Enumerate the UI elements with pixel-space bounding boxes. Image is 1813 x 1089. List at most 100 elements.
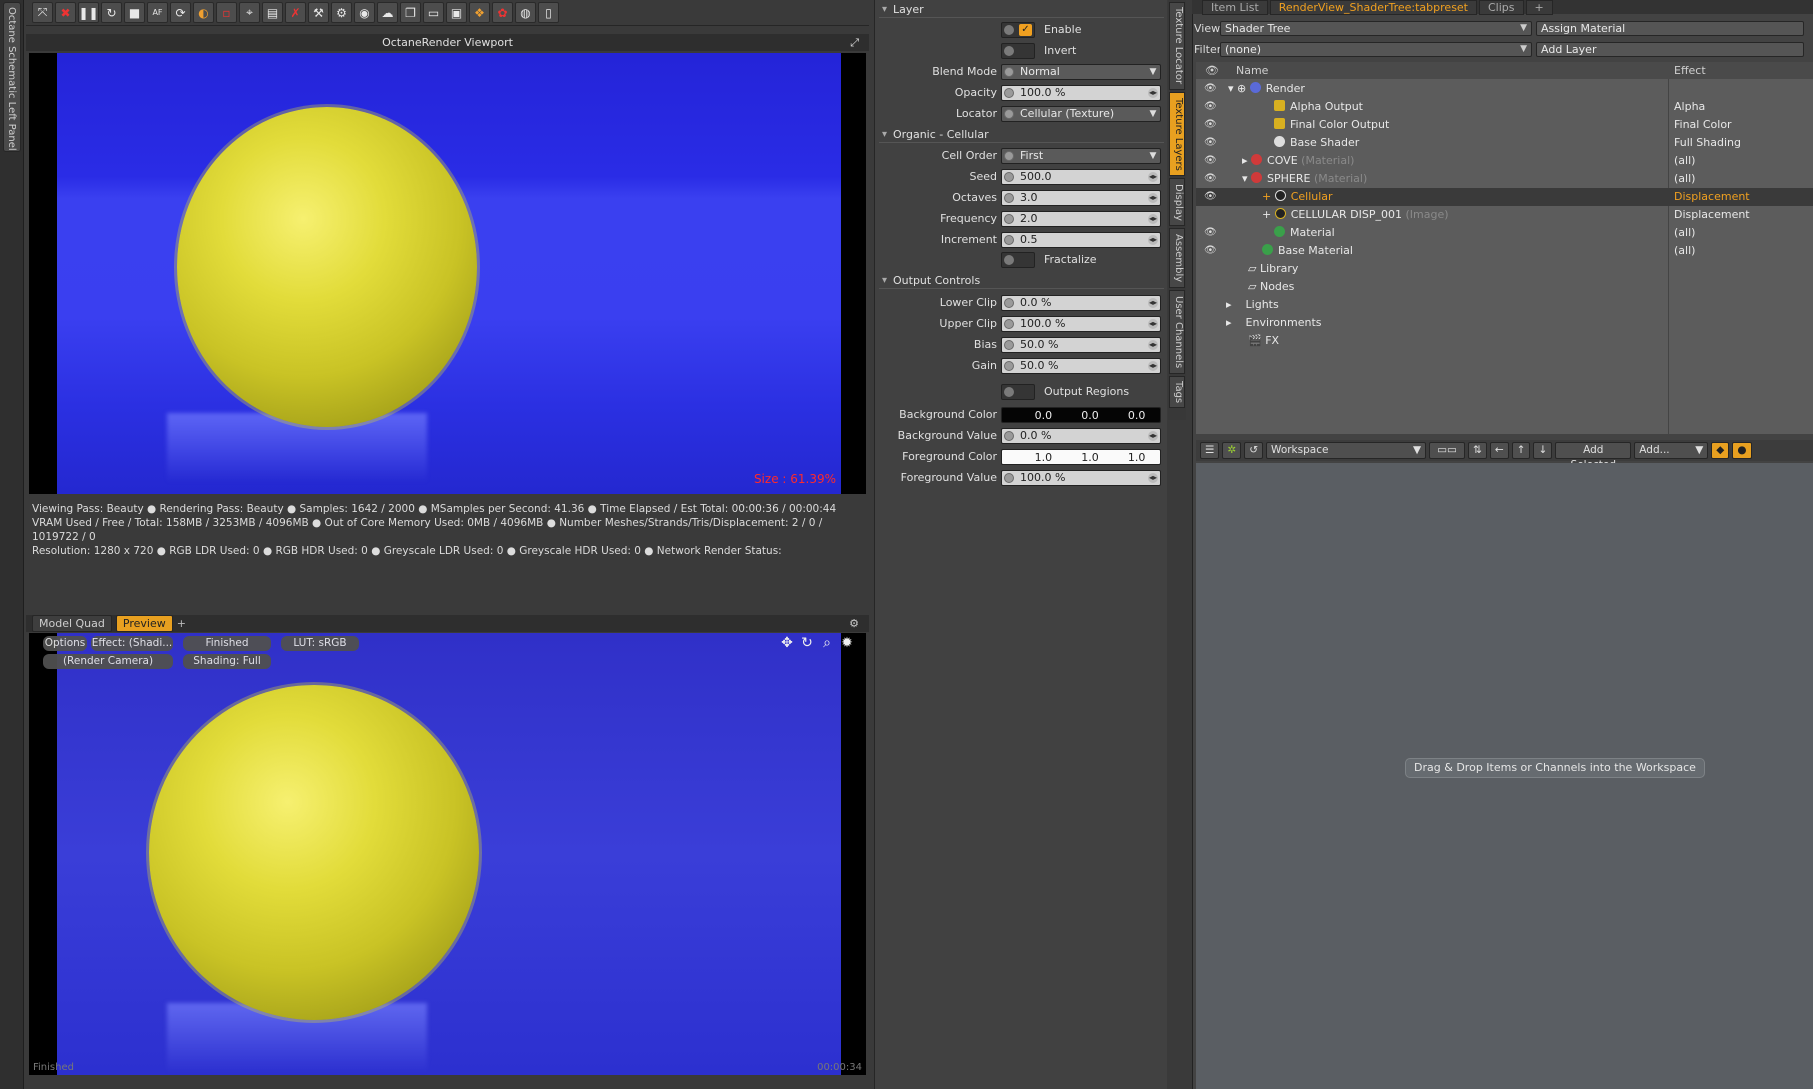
shading-dropdown[interactable]: Shading: Full bbox=[183, 654, 271, 669]
tab-tags[interactable]: Tags bbox=[1169, 376, 1185, 408]
spinner-icon[interactable]: ◂▸ bbox=[1148, 193, 1158, 203]
reload-icon[interactable]: ⟳ bbox=[170, 2, 191, 23]
fg-color-r[interactable]: 1.0 bbox=[1020, 451, 1067, 464]
eye-icon[interactable]: 👁 bbox=[1204, 119, 1217, 131]
doc-icon[interactable]: ▯ bbox=[538, 2, 559, 23]
rotate-icon[interactable]: ↻ bbox=[799, 635, 815, 651]
down-arrow-icon[interactable]: ↓ bbox=[1533, 442, 1553, 459]
expand-icon[interactable]: ▸ bbox=[1242, 154, 1251, 167]
spinner-icon[interactable]: ◂▸ bbox=[1148, 172, 1158, 182]
bg-color-field[interactable]: 0.0 0.0 0.0 bbox=[1001, 407, 1161, 423]
tree-row-base-material[interactable]: 👁 Base Material (all) bbox=[1196, 242, 1813, 260]
add-menu[interactable]: Add... ▼ bbox=[1634, 442, 1709, 459]
layers-icon[interactable]: ❐ bbox=[400, 2, 421, 23]
add-selected-button[interactable]: Add Selected bbox=[1555, 442, 1632, 471]
seed-field[interactable]: 500.0 ◂▸ bbox=[1001, 169, 1161, 185]
locator-select[interactable]: Cellular (Texture) ▼ bbox=[1001, 106, 1161, 122]
organic-section-header[interactable]: Organic - Cellular bbox=[879, 127, 1164, 143]
expand-icon[interactable]: + bbox=[1262, 190, 1275, 203]
expand-icon[interactable]: ▾ ⊕ bbox=[1228, 82, 1250, 95]
stop-icon[interactable]: ✖ bbox=[55, 2, 76, 23]
tab-preview[interactable]: Preview bbox=[115, 615, 173, 632]
settings-icon[interactable]: ⚙ bbox=[331, 2, 352, 23]
tree-row-sphere[interactable]: 👁 ▾ SPHERE (Material) (all) bbox=[1196, 170, 1813, 188]
image-icon[interactable]: ▣ bbox=[446, 2, 467, 23]
filter-select[interactable]: (none) ▼ bbox=[1220, 42, 1532, 57]
tree-row-render[interactable]: 👁 ▾ ⊕ Render bbox=[1196, 80, 1813, 98]
tree-row-cove[interactable]: 👁 ▸ COVE (Material) (all) bbox=[1196, 152, 1813, 170]
lut-dropdown[interactable]: LUT: sRGB bbox=[281, 636, 359, 651]
gear-icon[interactable]: ✹ bbox=[839, 635, 855, 651]
workspace-refresh-icon[interactable]: ↺ bbox=[1244, 442, 1264, 459]
increment-field[interactable]: 0.5 ◂▸ bbox=[1001, 232, 1161, 248]
layout-icon[interactable]: ▭▭ bbox=[1429, 442, 1466, 459]
assign-material-button[interactable]: Assign Material bbox=[1536, 21, 1804, 36]
column-name[interactable]: Name bbox=[1236, 64, 1268, 77]
options-button[interactable]: Options bbox=[43, 636, 87, 651]
light-toggle-icon[interactable]: ● bbox=[1732, 442, 1752, 459]
fg-color-b[interactable]: 1.0 bbox=[1113, 451, 1160, 464]
workspace-list-icon[interactable]: ☰ bbox=[1200, 442, 1220, 459]
tab-texture-locator[interactable]: Texture Locator bbox=[1169, 2, 1185, 90]
add-tab-button[interactable]: + bbox=[1525, 0, 1553, 15]
palette-icon[interactable]: ✿ bbox=[492, 2, 513, 23]
render-viewport[interactable]: Size : 61.39% bbox=[29, 53, 866, 494]
expand-icon[interactable]: ▸ bbox=[1226, 316, 1235, 329]
zoom-icon[interactable]: ⌕ bbox=[819, 635, 835, 651]
region-icon[interactable]: ▫ bbox=[216, 2, 237, 23]
up-arrow-icon[interactable]: ↑ bbox=[1511, 442, 1531, 459]
spinner-icon[interactable]: ◂▸ bbox=[1148, 340, 1158, 350]
bg-value-field[interactable]: 0.0 % ◂▸ bbox=[1001, 428, 1161, 444]
opacity-field[interactable]: 100.0 % ◂▸ bbox=[1001, 85, 1161, 101]
bg-color-g[interactable]: 0.0 bbox=[1067, 409, 1114, 422]
cloud-icon[interactable]: ☁ bbox=[377, 2, 398, 23]
eye-icon[interactable]: 👁 bbox=[1204, 227, 1217, 239]
eye-icon[interactable]: 👁 bbox=[1204, 155, 1217, 167]
left-arrow-icon[interactable]: ← bbox=[1489, 442, 1509, 459]
cell-order-select[interactable]: First ▼ bbox=[1001, 148, 1161, 164]
spinner-icon[interactable]: ◂▸ bbox=[1148, 214, 1158, 224]
tree-row-lights[interactable]: ▸ Lights bbox=[1196, 296, 1813, 314]
column-effect[interactable]: Effect bbox=[1674, 64, 1706, 77]
tree-row-cellular[interactable]: 👁 + Cellular Displacement bbox=[1196, 188, 1813, 206]
move-icon[interactable]: ✥ bbox=[779, 635, 795, 651]
viewport-settings-icon[interactable]: ⚙ bbox=[849, 617, 859, 630]
eye-icon[interactable]: 👁 bbox=[1204, 191, 1217, 203]
eye-icon[interactable]: 👁 bbox=[1204, 245, 1217, 257]
gallery-icon[interactable]: ❖ bbox=[469, 2, 490, 23]
spinner-icon[interactable]: ◂▸ bbox=[1148, 235, 1158, 245]
eye-icon[interactable]: 👁 bbox=[1204, 101, 1217, 113]
af-icon[interactable]: AF bbox=[147, 2, 168, 23]
globe-icon[interactable]: ◍ bbox=[515, 2, 536, 23]
upper-clip-field[interactable]: 100.0 % ◂▸ bbox=[1001, 316, 1161, 332]
film-icon[interactable]: ▤ bbox=[262, 2, 283, 23]
enable-checkbox[interactable]: ✓ bbox=[1001, 22, 1035, 38]
camera-dropdown[interactable]: (Render Camera) bbox=[43, 654, 173, 669]
tree-row-material[interactable]: 👁 Material (all) bbox=[1196, 224, 1813, 242]
arrange-icon[interactable]: ⇅ bbox=[1468, 442, 1487, 459]
workspace-select[interactable]: Workspace ▼ bbox=[1266, 442, 1427, 459]
clear-icon[interactable]: ✗ bbox=[285, 2, 306, 23]
tab-display[interactable]: Display bbox=[1169, 178, 1185, 226]
view-select[interactable]: Shader Tree ▼ bbox=[1220, 21, 1532, 36]
gain-field[interactable]: 50.0 % ◂▸ bbox=[1001, 358, 1161, 374]
fractalize-checkbox[interactable] bbox=[1001, 252, 1035, 268]
tab-user-channels[interactable]: User Channels bbox=[1169, 290, 1185, 374]
tree-row-nodes[interactable]: ▱ Nodes bbox=[1196, 278, 1813, 296]
tab-assembly[interactable]: Assembly bbox=[1169, 228, 1185, 288]
spinner-icon[interactable]: ◂▸ bbox=[1148, 319, 1158, 329]
pause-icon[interactable]: ❚❚ bbox=[78, 2, 99, 23]
fg-value-field[interactable]: 100.0 % ◂▸ bbox=[1001, 470, 1161, 486]
bg-color-r[interactable]: 0.0 bbox=[1020, 409, 1067, 422]
frequency-field[interactable]: 2.0 ◂▸ bbox=[1001, 211, 1161, 227]
color-icon[interactable]: ◐ bbox=[193, 2, 214, 23]
terminal-icon[interactable]: ▭ bbox=[423, 2, 444, 23]
spinner-icon[interactable]: ◂▸ bbox=[1148, 88, 1158, 98]
expand-icon[interactable]: ▾ bbox=[1242, 172, 1251, 185]
output-regions-checkbox[interactable] bbox=[1001, 384, 1035, 400]
square-stop-icon[interactable]: ■ bbox=[124, 2, 145, 23]
eye-icon[interactable]: 👁 bbox=[1204, 83, 1217, 95]
bg-color-b[interactable]: 0.0 bbox=[1113, 409, 1160, 422]
effect-dropdown[interactable]: Effect: (Shadi... bbox=[91, 636, 173, 651]
maximize-icon[interactable]: ⤢ bbox=[850, 34, 859, 51]
